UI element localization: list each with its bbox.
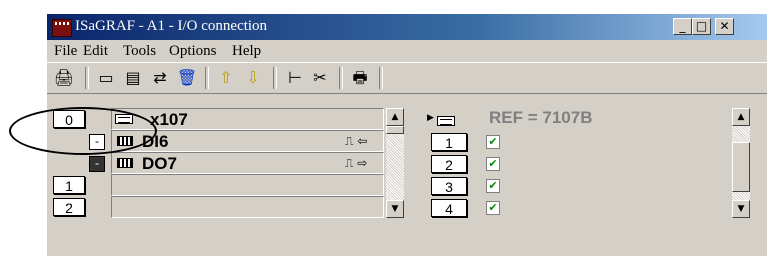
input-signal-icon: ⎍ ⇦ (345, 134, 368, 148)
print-icon[interactable]: 🖶 (349, 67, 371, 89)
io-content-area: 0 x107 - DI6 ⎍ ⇦ - DO7 ⎍ ⇨ 1 2 ▲ ▼ ▶ REF… (47, 94, 767, 256)
scroll-up-arrow-icon[interactable]: ▲ (732, 108, 750, 126)
cut-icon[interactable]: ✂ (309, 67, 331, 89)
ref-header: REF = 7107B (489, 108, 593, 127)
device-icon (117, 158, 133, 168)
io-list-icon[interactable]: ▤ (122, 67, 144, 89)
channel-3-button[interactable]: 3 (431, 177, 467, 195)
channel-2-button[interactable]: 2 (431, 155, 467, 173)
menu-file[interactable]: File (54, 43, 77, 60)
app-icon[interactable] (52, 19, 72, 37)
scroll-down-arrow-icon[interactable]: ▼ (386, 200, 404, 218)
toolbar: 🖨 ▭ ▤ ⇄ 🗑 ⇧ ⇩ ⊢ ✂ 🖶 (47, 62, 767, 94)
collapse-toggle[interactable]: - (89, 156, 105, 172)
move-down-icon[interactable]: ⇩ (242, 67, 264, 89)
scroll-thumb[interactable] (386, 126, 404, 134)
menu-help[interactable]: Help (232, 43, 261, 60)
menu-options[interactable]: Options (169, 43, 217, 60)
channel-1-button[interactable]: 1 (431, 133, 467, 151)
check-icon[interactable]: ✔ (486, 179, 500, 193)
empty-slot-row[interactable] (111, 174, 384, 196)
menu-bar: File Edit Tools Options Help (47, 40, 767, 61)
right-vertical-scrollbar[interactable]: ▲ ▼ (732, 108, 750, 218)
close-button[interactable]: ✕ (715, 18, 734, 35)
slot-1-button[interactable]: 1 (53, 176, 85, 194)
check-icon[interactable]: ✔ (486, 135, 500, 149)
title-bar[interactable]: ISaGRAF - A1 - I/O connection _ □ ✕ (47, 14, 767, 40)
menu-tools[interactable]: Tools (123, 43, 156, 60)
menu-edit[interactable]: Edit (83, 43, 108, 60)
toolbar-separator (339, 67, 343, 89)
delete-icon[interactable]: 🗑 (176, 67, 198, 89)
scroll-down-arrow-icon[interactable]: ▼ (732, 200, 750, 218)
scroll-up-arrow-icon[interactable]: ▲ (386, 108, 404, 126)
board-icon (437, 116, 455, 126)
left-vertical-scrollbar[interactable]: ▲ ▼ (386, 108, 404, 218)
io-board-icon[interactable]: ▭ (95, 67, 117, 89)
channel-4-button[interactable]: 4 (431, 199, 467, 217)
toolbar-separator (379, 67, 383, 89)
check-icon[interactable]: ✔ (486, 201, 500, 215)
device-label: DO7 (142, 154, 177, 173)
connect-icon[interactable]: ⇄ (149, 67, 171, 89)
scroll-thumb[interactable] (732, 142, 750, 192)
tree-icon[interactable]: ⊢ (284, 67, 306, 89)
move-up-icon[interactable]: ⇧ (215, 67, 237, 89)
highlight-ellipse-annotation (9, 107, 157, 155)
minimize-button[interactable]: _ (673, 18, 692, 35)
slot-2-button[interactable]: 2 (53, 198, 85, 216)
open-icon[interactable]: 🖨 (53, 67, 75, 89)
toolbar-separator (273, 67, 277, 89)
toolbar-separator (85, 67, 89, 89)
check-icon[interactable]: ✔ (486, 157, 500, 171)
device-row-do7[interactable]: - DO7 ⎍ ⇨ (89, 152, 384, 174)
window-title: ISaGRAF - A1 - I/O connection (75, 18, 268, 34)
output-signal-icon: ⎍ ⇨ (345, 156, 368, 170)
toolbar-separator (205, 67, 209, 89)
maximize-button[interactable]: □ (692, 18, 711, 35)
empty-slot-row[interactable] (111, 196, 384, 218)
